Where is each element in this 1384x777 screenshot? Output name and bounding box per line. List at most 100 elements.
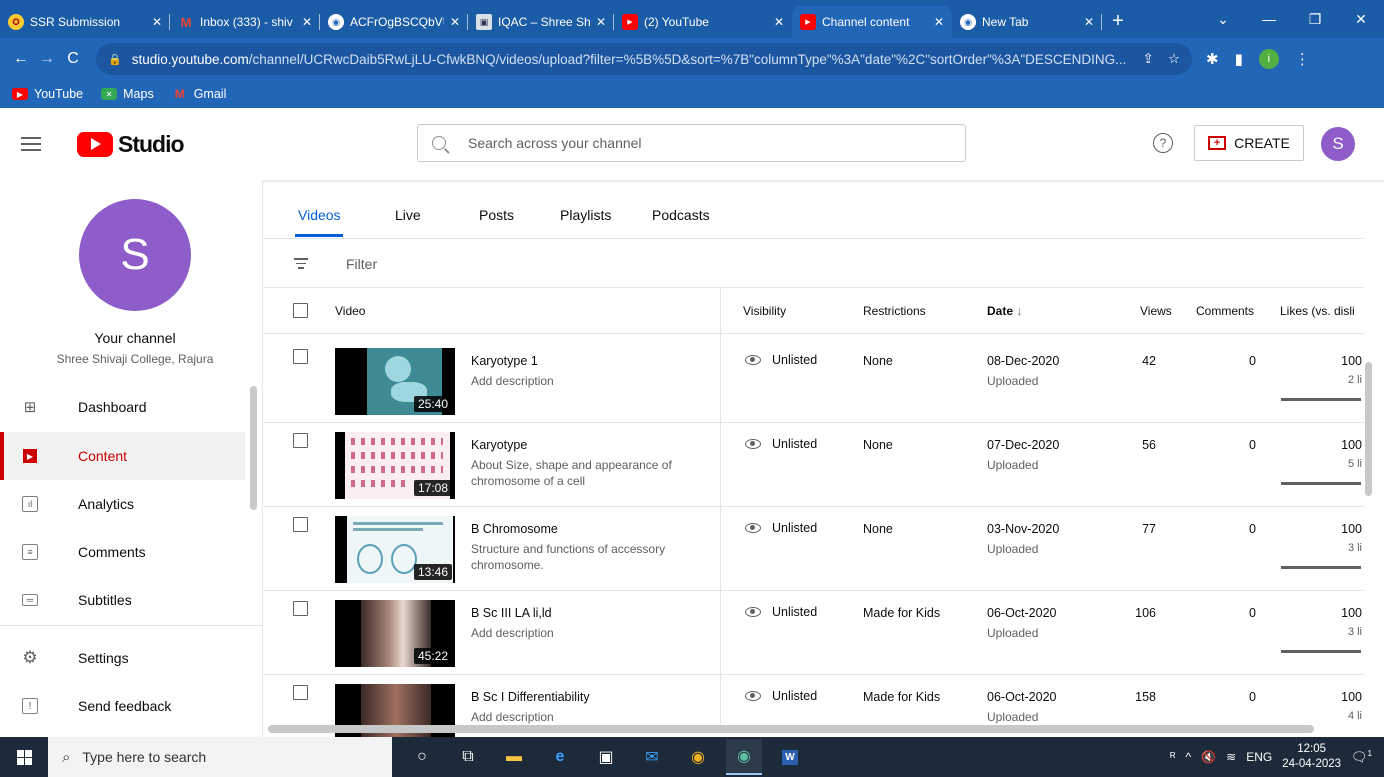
menu-icon[interactable] [21, 137, 41, 151]
filter-bar[interactable]: Filter [264, 240, 1364, 288]
visibility-cell[interactable]: Unlisted [745, 437, 817, 451]
bookmark-gmail[interactable]: M Gmail [172, 87, 227, 101]
visibility-cell[interactable]: Unlisted [745, 605, 817, 619]
windows-start-icon[interactable] [0, 737, 48, 777]
sidebar-item-comments[interactable]: ≡ Comments [0, 528, 245, 576]
address-bar[interactable]: 🔒 studio.youtube.com/channel/UCRwcDaib5R… [96, 43, 1192, 75]
profile-avatar[interactable]: i [1258, 49, 1279, 69]
sidebar-item-dashboard[interactable]: ⊞ Dashboard [0, 383, 245, 431]
side-panel-icon[interactable]: ▮ [1235, 50, 1243, 68]
video-thumbnail[interactable]: 17:08 [335, 432, 455, 499]
chrome-running-icon[interactable]: ◉ [726, 739, 762, 775]
video-title[interactable]: Karyotype 1 [471, 354, 538, 368]
close-icon[interactable]: ✕ [450, 15, 460, 29]
channel-search-input[interactable]: Search across your channel [417, 124, 966, 162]
browser-tab[interactable]: ◉ ACFrOgBSCQbVU ✕ [320, 6, 468, 38]
channel-avatar[interactable]: S [79, 199, 191, 311]
sidebar-item-send-feedback[interactable]: ! Send feedback [0, 682, 245, 730]
column-likes[interactable]: Likes (vs. disli [1280, 304, 1355, 318]
horizontal-scrollbar[interactable] [268, 725, 1314, 733]
browser-tab[interactable]: ◉ New Tab ✕ [952, 6, 1102, 38]
close-icon[interactable]: ✕ [774, 15, 784, 29]
bookmark-youtube[interactable]: ▶ YouTube [12, 87, 83, 101]
close-icon[interactable]: ✕ [152, 15, 162, 29]
reload-icon[interactable]: C [60, 50, 86, 68]
video-title[interactable]: B Sc III LA li,ld [471, 606, 552, 620]
word-icon[interactable]: W [772, 739, 808, 775]
column-comments[interactable]: Comments [1196, 304, 1254, 318]
sidebar-item-subtitles[interactable]: ═ Subtitles [0, 576, 245, 624]
table-row[interactable]: 45:22 B Sc III LA li,ld Add description … [264, 591, 1364, 675]
minimize-icon[interactable]: — [1246, 0, 1292, 38]
filter-icon[interactable] [294, 258, 308, 269]
filter-input[interactable]: Filter [346, 256, 377, 272]
video-title[interactable]: B Chromosome [471, 522, 558, 536]
tab-playlists[interactable]: Playlists [560, 207, 611, 223]
back-icon[interactable]: ← [8, 50, 34, 68]
browser-tab[interactable]: ▣ IQAC – Shree Shi ✕ [468, 6, 614, 38]
tab-videos[interactable]: Videos [298, 207, 341, 223]
visibility-cell[interactable]: Unlisted [745, 689, 817, 703]
studio-logo[interactable]: Studio [77, 131, 185, 158]
visibility-cell[interactable]: Unlisted [745, 521, 817, 535]
row-checkbox[interactable] [293, 601, 308, 616]
table-row[interactable]: 25:40 Karyotype 1 Add description Unlist… [264, 339, 1364, 423]
tab-podcasts[interactable]: Podcasts [652, 207, 710, 223]
restore-icon[interactable]: ❐ [1292, 0, 1338, 38]
video-thumbnail[interactable]: 45:22 [335, 600, 455, 667]
people-icon[interactable]: ᴿ [1170, 750, 1175, 764]
table-row[interactable]: 13:46 B Chromosome Structure and functio… [264, 507, 1364, 591]
video-thumbnail[interactable]: 13:46 [335, 516, 455, 583]
store-icon[interactable]: ▣ [588, 739, 624, 775]
more-menu-icon[interactable]: ⋮ [1295, 50, 1310, 68]
share-icon[interactable]: ⇪ [1143, 51, 1154, 67]
taskbar-search-input[interactable]: ⌕ Type here to search [48, 737, 392, 777]
close-icon[interactable]: ✕ [934, 15, 944, 29]
browser-tab[interactable]: ▶ (2) YouTube ✕ [614, 6, 792, 38]
edge-icon[interactable]: e [542, 739, 578, 775]
bookmark-maps[interactable]: ✕ Maps [101, 87, 154, 101]
sidebar-item-settings[interactable]: ⚙ Settings [0, 634, 245, 682]
column-views[interactable]: Views [1140, 304, 1172, 318]
sidebar-scrollbar[interactable] [250, 386, 257, 510]
column-visibility[interactable]: Visibility [743, 304, 786, 318]
select-all-checkbox[interactable] [293, 303, 308, 318]
mail-icon[interactable]: ✉ [634, 739, 670, 775]
cortana-icon[interactable]: ○ [404, 739, 440, 775]
column-date[interactable]: Date ↓ [987, 304, 1022, 318]
browser-tab-active[interactable]: ▶ Channel content ✕ [792, 6, 952, 38]
row-checkbox[interactable] [293, 517, 308, 532]
chrome-icon[interactable]: ◉ [680, 739, 716, 775]
row-checkbox[interactable] [293, 433, 308, 448]
help-icon[interactable]: ? [1153, 133, 1173, 153]
browser-tab[interactable]: ✪ SSR Submission ✕ [0, 6, 170, 38]
column-restrictions[interactable]: Restrictions [863, 304, 926, 318]
chevron-up-icon[interactable]: ^ [1186, 750, 1192, 764]
close-icon[interactable]: ✕ [302, 15, 312, 29]
extensions-icon[interactable]: ✱ [1206, 50, 1219, 68]
account-avatar[interactable]: S [1321, 127, 1355, 161]
notification-icon[interactable]: 🗨1 [1351, 749, 1372, 765]
file-explorer-icon[interactable]: ▬ [496, 739, 532, 775]
sidebar-item-analytics[interactable]: ıl Analytics [0, 480, 245, 528]
close-icon[interactable]: ✕ [596, 15, 606, 29]
tab-search-icon[interactable]: ⌄ [1200, 0, 1246, 38]
close-icon[interactable]: ✕ [1084, 15, 1094, 29]
video-title[interactable]: Karyotype [471, 438, 527, 452]
browser-tab[interactable]: M Inbox (333) - shiv ✕ [170, 6, 320, 38]
sidebar-item-content[interactable]: ▶ Content [0, 432, 245, 480]
wifi-icon[interactable]: ≋ [1226, 750, 1236, 764]
close-window-icon[interactable]: ✕ [1338, 0, 1384, 38]
task-view-icon[interactable]: ⧉ [450, 739, 486, 775]
create-button[interactable]: + CREATE [1194, 125, 1304, 161]
speaker-muted-icon[interactable]: 🔇 [1201, 750, 1216, 764]
video-title[interactable]: B Sc I Differentiability [471, 690, 590, 704]
video-thumbnail[interactable]: 25:40 [335, 348, 455, 415]
table-row[interactable]: 17:08 Karyotype About Size, shape and ap… [264, 423, 1364, 507]
lock-icon[interactable]: 🔒 [108, 53, 122, 66]
row-checkbox[interactable] [293, 349, 308, 364]
new-tab-button[interactable]: + [1102, 6, 1134, 38]
forward-icon[interactable]: → [34, 50, 60, 68]
tab-live[interactable]: Live [395, 207, 421, 223]
row-checkbox[interactable] [293, 685, 308, 700]
